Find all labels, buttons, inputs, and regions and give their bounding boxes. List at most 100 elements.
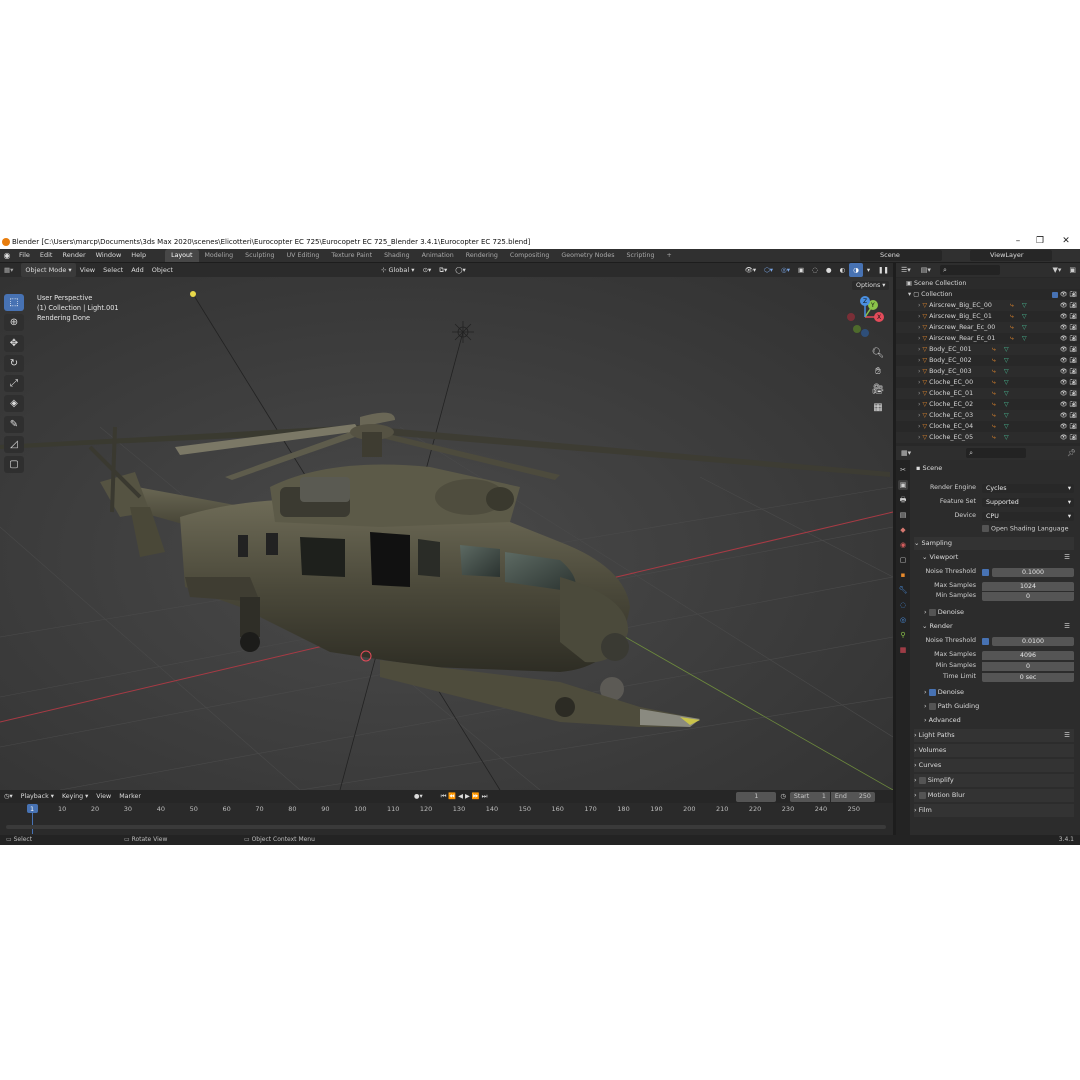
playback-controls[interactable]: ⏮ ⏪ ◀ ▶ ⏩ ⏭ (437, 790, 492, 803)
transform-tool-icon[interactable]: ◈ (4, 395, 24, 412)
visibility-icons[interactable]: 👁 📷︎ (1060, 311, 1077, 322)
simplify-section[interactable]: › Simplify (914, 774, 1074, 787)
playback-menu[interactable]: Playback ▾ (17, 790, 58, 803)
record-icon[interactable]: ●▾ (410, 790, 427, 803)
sampling-section-header[interactable]: ⌄ Sampling (914, 537, 1074, 550)
view-layer-tab-icon[interactable]: ▤ (898, 510, 908, 520)
collection-expand-icon[interactable]: ▾ (908, 291, 911, 298)
outliner-object-row[interactable]: › ▽ Airscrew_Big_EC_00 ⤷ ▽ 👁 📷︎ (896, 300, 1080, 311)
blender-menu-icon[interactable]: ◉ (0, 251, 14, 260)
tool-tab-icon[interactable]: ✂ (898, 465, 908, 475)
constraints-tab-icon[interactable]: ⚲ (898, 630, 908, 640)
volumes-section[interactable]: › Volumes (914, 744, 1074, 757)
tab-geometry-nodes[interactable]: Geometry Nodes (555, 249, 620, 262)
r-time-limit-field[interactable]: 0 sec (982, 673, 1074, 682)
filter-icon[interactable]: ▼▾ (1048, 266, 1065, 274)
annotate-tool-icon[interactable]: ✎ (4, 416, 24, 433)
pan-hand-icon[interactable]: ✋︎ (869, 364, 887, 380)
r-min-samples-field[interactable]: 0 (982, 662, 1074, 671)
r-max-samples-field[interactable]: 4096 (982, 651, 1074, 660)
tab-layout[interactable]: Layout (165, 249, 199, 262)
motion-blur-section[interactable]: › Motion Blur (914, 789, 1074, 802)
r-noise-threshold-field[interactable]: 0.0100 (992, 637, 1074, 646)
outliner-search-input[interactable]: ⌕ (939, 265, 1000, 275)
scene-selector[interactable]: Scene (860, 250, 942, 261)
r-denoise-checkbox[interactable] (928, 688, 936, 696)
visibility-icons[interactable]: 👁 📷︎ (1060, 388, 1077, 399)
xray-icon[interactable]: ▣ (794, 263, 808, 277)
maximize-button[interactable]: ❐ (1030, 236, 1050, 246)
visibility-icons[interactable]: 👁 📷︎ (1060, 333, 1077, 344)
osl-checkbox-box[interactable] (982, 525, 989, 532)
measure-tool-icon[interactable]: ◿ (4, 436, 24, 453)
output-tab-icon[interactable]: 🖶︎ (898, 495, 908, 505)
outliner-object-row[interactable]: › ▽ Body_EC_002 ⤷ ▽ 👁 📷︎ (896, 355, 1080, 366)
vp-noise-threshold-checkbox[interactable] (982, 569, 989, 576)
visibility-icons[interactable]: 👁 📷︎ (1060, 421, 1077, 432)
physics-tab-icon[interactable]: ◎ (898, 615, 908, 625)
device-dropdown[interactable]: CPU ▾ (982, 512, 1074, 521)
tab-animation[interactable]: Animation (416, 249, 460, 262)
marker-menu[interactable]: Marker (115, 790, 145, 803)
visibility-icons[interactable]: 👁 📷︎ (1060, 366, 1077, 377)
outliner-object-row[interactable]: › ▽ Cloche_EC_02 ⤷ ▽ 👁 📷︎ (896, 399, 1080, 410)
menu-add[interactable]: Add (127, 263, 148, 277)
tab-compositing[interactable]: Compositing (504, 249, 555, 262)
pivot-icon[interactable]: ⊙▾ (419, 263, 436, 277)
shading-wireframe-icon[interactable]: ◌ (808, 263, 822, 277)
vp-denoise-checkbox[interactable] (928, 608, 936, 616)
minimize-button[interactable]: – (1008, 236, 1028, 246)
outliner-object-row[interactable]: › ▽ Airscrew_Rear_Ec_00 ⤷ ▽ 👁 📷︎ (896, 322, 1080, 333)
outliner-object-row[interactable]: › ▽ Cloche_EC_00 ⤷ ▽ 👁 📷︎ (896, 377, 1080, 388)
orientation-selector[interactable]: ⊹ Global ▾ (377, 263, 419, 277)
tab-scripting[interactable]: Scripting (621, 249, 661, 262)
advanced-subsection[interactable]: › Advanced (924, 714, 1074, 727)
modifiers-tab-icon[interactable]: 🔧︎ (898, 585, 908, 595)
curves-section[interactable]: › Curves (914, 759, 1074, 772)
add-cube-tool-icon[interactable]: ▢ (4, 456, 24, 473)
vp-max-samples-field[interactable]: 1024 (982, 582, 1074, 591)
options-dropdown[interactable]: Options ▾ (852, 281, 890, 290)
menu-window[interactable]: Window (91, 249, 127, 262)
add-workspace-button[interactable]: + (661, 249, 678, 262)
osl-checkbox[interactable]: Open Shading Language (982, 525, 1069, 533)
view-layer-selector[interactable]: ViewLayer (970, 250, 1052, 261)
menu-help[interactable]: Help (126, 249, 151, 262)
menu-view[interactable]: View (76, 263, 99, 277)
3d-viewport[interactable]: User Perspective (1) Collection | Light.… (0, 277, 893, 790)
camera-view-icon[interactable]: 🎥︎ (869, 382, 887, 398)
move-tool-icon[interactable]: ✥ (4, 335, 24, 352)
navigation-gizmo[interactable]: X Y Z (843, 295, 887, 339)
motion-blur-checkbox[interactable] (918, 791, 926, 799)
timeline-scrollbar[interactable] (6, 825, 886, 829)
world-tab-icon[interactable]: ◉ (898, 540, 908, 550)
visibility-icons[interactable]: 👁 📷︎ (1060, 344, 1077, 355)
pin-icon[interactable]: 📌︎ (1063, 449, 1080, 457)
visibility-icons[interactable]: 👁 📷︎ (1060, 410, 1077, 421)
vp-min-samples-field[interactable]: 0 (982, 592, 1074, 601)
scene-collection-row[interactable]: ▣ Scene Collection (896, 278, 1080, 289)
tab-texture-paint[interactable]: Texture Paint (325, 249, 378, 262)
light-paths-section[interactable]: › Light Paths ☰ (914, 729, 1074, 742)
shading-options-icon[interactable]: ▾ (863, 263, 874, 277)
visibility-icons[interactable]: 👁 📷︎ (1060, 300, 1077, 311)
vp-denoise-subsection[interactable]: › Denoise (924, 606, 1074, 619)
select-box-tool-icon[interactable]: ⬚ (4, 294, 24, 311)
perspective-toggle-icon[interactable]: ▦ (869, 400, 887, 416)
feature-set-dropdown[interactable]: Supported ▾ (982, 498, 1074, 507)
tab-sculpting[interactable]: Sculpting (239, 249, 280, 262)
tab-uv-editing[interactable]: UV Editing (281, 249, 326, 262)
path-guiding-subsection[interactable]: › Path Guiding (924, 700, 1074, 713)
vp-noise-threshold-field[interactable]: 0.1000 (992, 568, 1074, 577)
viewport-presets-icon[interactable]: ☰ (1064, 551, 1070, 564)
editor-type-icon[interactable]: ▦▾ (0, 263, 17, 277)
menu-edit[interactable]: Edit (35, 249, 58, 262)
menu-file[interactable]: File (14, 249, 35, 262)
collection-row[interactable]: ▾ ▢ Collection 👁 📷︎ (896, 289, 1080, 300)
render-tab-icon[interactable]: ▣ (898, 480, 908, 490)
film-section[interactable]: › Film (914, 804, 1074, 817)
r-denoise-subsection[interactable]: › Denoise (924, 686, 1074, 699)
display-mode-icon[interactable]: ▤▾ (916, 266, 936, 274)
zoom-icon[interactable]: 🔍︎ (869, 346, 887, 362)
shading-solid-icon[interactable]: ● (822, 263, 836, 277)
